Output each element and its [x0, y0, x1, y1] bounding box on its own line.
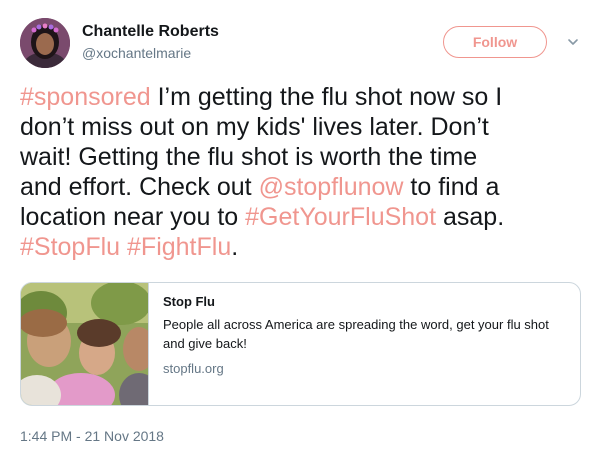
hashtag-link[interactable]: #GetYourFluShot	[245, 203, 436, 231]
tweet-line: don’t miss out on my kids' lives later. …	[20, 112, 590, 142]
tweet-text-segment: don’t miss out on my kids' lives later. …	[20, 113, 489, 141]
card-title: Stop Flu	[163, 294, 215, 309]
card-domain: stopflu.org	[163, 361, 224, 376]
mention-link[interactable]: @stopflunow	[259, 173, 404, 201]
display-name[interactable]: Chantelle Roberts	[82, 23, 219, 41]
avatar[interactable]	[20, 18, 70, 68]
tweet-text-segment: .	[231, 233, 239, 261]
tweet-text-segment: I’m getting the flu shot now so I	[150, 83, 503, 111]
card-description: People all across America are spreading …	[163, 317, 549, 351]
tweet-line: location near you to #GetYourFluShot asa…	[20, 202, 590, 232]
card-image	[21, 283, 149, 405]
hashtag-link[interactable]: #StopFlu	[20, 233, 120, 261]
tweet-text-segment: wait! Getting the flu shot is worth the …	[20, 143, 478, 171]
link-card[interactable]: Stop Flu People all across America are s…	[20, 282, 581, 406]
tweet-line: #StopFlu #FightFlu.	[20, 232, 590, 262]
family-photo	[21, 283, 148, 405]
hashtag-link[interactable]: #sponsored	[20, 83, 151, 111]
hashtag-link[interactable]: #FightFlu	[127, 233, 231, 261]
chevron-down-icon[interactable]	[566, 35, 580, 49]
tweet-text-segment: and effort. Check out	[20, 173, 259, 201]
follow-button[interactable]: Follow	[443, 26, 547, 58]
tweet-text-segment: to find a	[403, 173, 500, 201]
tweet-line: and effort. Check out @stopflunow to fin…	[20, 172, 590, 202]
tweet-text-segment: location near you to	[20, 203, 246, 231]
timestamp[interactable]: 1:44 PM - 21 Nov 2018	[20, 428, 164, 444]
avatar-photo	[20, 18, 70, 68]
tweet-text-segment	[120, 233, 127, 261]
tweet-text: #sponsored I’m getting the flu shot now …	[20, 82, 590, 262]
card-body: Stop Flu People all across America are s…	[149, 283, 570, 405]
tweet-line: wait! Getting the flu shot is worth the …	[20, 142, 590, 172]
tweet-line: #sponsored I’m getting the flu shot now …	[20, 82, 590, 112]
handle[interactable]: @xochantelmarie	[82, 45, 191, 61]
tweet-text-segment: asap.	[436, 203, 505, 231]
